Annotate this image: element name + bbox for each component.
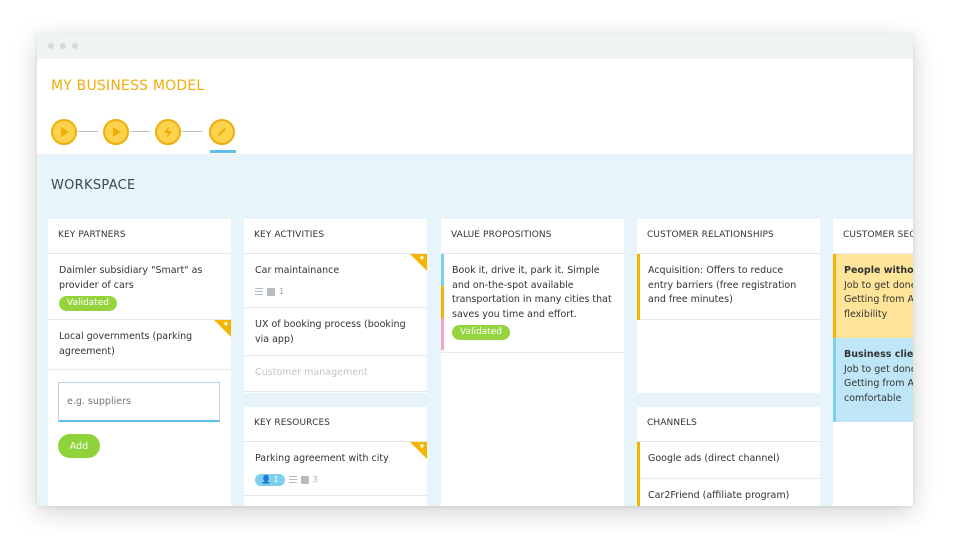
card-text: comfortable <box>844 392 902 404</box>
document-count: 1 <box>279 286 285 296</box>
window-dot-icon[interactable] <box>72 43 78 49</box>
add-card-form <box>48 370 231 428</box>
column-header: KEY RESOURCES <box>244 407 427 442</box>
card-text: UX of booking process (booking via app) <box>255 319 406 345</box>
card-text: Car2Friend (affiliate program) <box>648 490 790 501</box>
star-icon[interactable]: ★ <box>410 254 427 271</box>
play-icon <box>113 127 121 137</box>
list-item[interactable]: ★ Local governments (parking agreement) <box>48 320 231 370</box>
workspace-panel: WORKSPACE KEY PARTNERS Daimler subsidiar… <box>37 154 913 506</box>
workspace-title: WORKSPACE <box>51 178 136 193</box>
channels-column: CHANNELS Google ads (direct channel) Car… <box>637 407 820 506</box>
app-window: MY BUSINESS MODEL WORKSPACE KEY PARTNERS <box>37 34 913 506</box>
star-icon[interactable]: ★ <box>410 442 427 459</box>
step-4-button[interactable] <box>209 119 235 145</box>
page-title: MY BUSINESS MODEL <box>51 78 205 94</box>
star-icon[interactable]: ★ <box>214 320 231 337</box>
list-item[interactable]: Google ads (direct channel) <box>637 442 820 479</box>
column-header: VALUE PROPOSITIONS <box>441 219 624 254</box>
card-title: People without <box>844 265 913 276</box>
column-header: CUSTOMER SEG <box>833 219 913 254</box>
list-item[interactable]: Car2Friend (affiliate program) <box>637 479 820 506</box>
color-tag <box>441 254 444 286</box>
list-item[interactable]: ★ Parking agreement with city 👤 1 3 <box>244 442 427 496</box>
description-icon <box>255 287 263 296</box>
color-tag <box>637 442 640 479</box>
customer-segments-column: CUSTOMER SEG People without Job to get d… <box>833 219 913 506</box>
list-item[interactable]: Book it, drive it, park it. Simple and o… <box>441 254 624 353</box>
key-resources-column: KEY RESOURCES ★ Parking agreement with c… <box>244 407 427 506</box>
list-item[interactable]: Acquisition: Offers to reduce entry barr… <box>637 254 820 320</box>
step-connector <box>182 131 202 132</box>
play-icon <box>61 127 69 137</box>
step-connector <box>130 131 150 132</box>
step-2-button[interactable] <box>103 119 129 145</box>
card-text: flexibility <box>844 308 888 320</box>
card-text: Google ads (direct channel) <box>648 453 780 464</box>
new-partner-input[interactable] <box>58 382 220 422</box>
card-text: Job to get done <box>844 363 913 375</box>
card-text: Book it, drive it, park it. Simple and o… <box>452 265 612 320</box>
column-header: CHANNELS <box>637 407 820 442</box>
document-count: 3 <box>312 474 318 484</box>
list-item[interactable]: Daimler subsidiary "Smart" as provider o… <box>48 254 231 320</box>
color-tag <box>441 286 444 318</box>
list-item[interactable]: Customer management <box>244 356 427 392</box>
card-text: Job to get done <box>844 279 913 291</box>
window-dot-icon[interactable] <box>48 43 54 49</box>
validated-badge: Validated <box>59 296 117 311</box>
list-item[interactable]: People without Job to get done Getting f… <box>833 254 913 338</box>
description-icon <box>288 475 297 484</box>
color-tag <box>637 254 640 320</box>
card-text: Customer management <box>255 367 368 378</box>
card-text: Getting from A <box>844 378 913 389</box>
column-header: KEY ACTIVITIES <box>244 219 427 254</box>
user-count-badge: 👤 1 <box>255 473 285 486</box>
customer-relationships-column: CUSTOMER RELATIONSHIPS Acquisition: Offe… <box>637 219 820 393</box>
user-count: 1 <box>273 474 279 484</box>
step-3-button[interactable] <box>155 119 181 145</box>
add-button[interactable]: Add <box>58 434 100 458</box>
document-icon <box>267 287 275 296</box>
list-item[interactable]: ★ Car maintainance 1 <box>244 254 427 308</box>
color-tag <box>637 479 640 506</box>
window-dot-icon[interactable] <box>60 43 66 49</box>
list-item[interactable]: Business client Job to get done Getting … <box>833 338 913 422</box>
color-tag <box>833 254 836 338</box>
step-1-button[interactable] <box>51 119 77 145</box>
card-title: Business client <box>844 349 913 360</box>
card-text: Acquisition: Offers to reduce entry barr… <box>648 265 797 305</box>
list-item[interactable]: UX of booking process (booking via app) <box>244 308 427 356</box>
validated-badge: Validated <box>452 325 510 340</box>
step-progress <box>51 119 351 147</box>
pencil-icon <box>218 128 226 136</box>
column-header: CUSTOMER RELATIONSHIPS <box>637 219 820 254</box>
card-text: Getting from A <box>844 294 913 305</box>
key-partners-column: KEY PARTNERS Daimler subsidiary "Smart" … <box>48 219 231 506</box>
color-tag <box>441 318 444 350</box>
color-tag <box>833 338 836 422</box>
card-meta: 👤 1 3 <box>255 473 417 488</box>
lightning-icon <box>164 126 172 138</box>
app-header: MY BUSINESS MODEL <box>37 59 913 154</box>
card-text: Parking agreement with city <box>255 453 389 464</box>
column-header: KEY PARTNERS <box>48 219 231 254</box>
document-icon <box>300 475 309 484</box>
card-meta: 1 <box>255 285 417 300</box>
card-text: Daimler subsidiary "Smart" as provider o… <box>59 265 203 291</box>
window-titlebar <box>37 34 913 59</box>
card-text: Car maintainance <box>255 265 340 276</box>
key-activities-column: KEY ACTIVITIES ★ Car maintainance 1 UX o… <box>244 219 427 393</box>
active-step-indicator <box>210 150 236 153</box>
value-propositions-column: VALUE PROPOSITIONS Book it, drive it, pa… <box>441 219 624 506</box>
step-connector <box>78 131 98 132</box>
card-text: Local governments (parking agreement) <box>59 331 193 357</box>
